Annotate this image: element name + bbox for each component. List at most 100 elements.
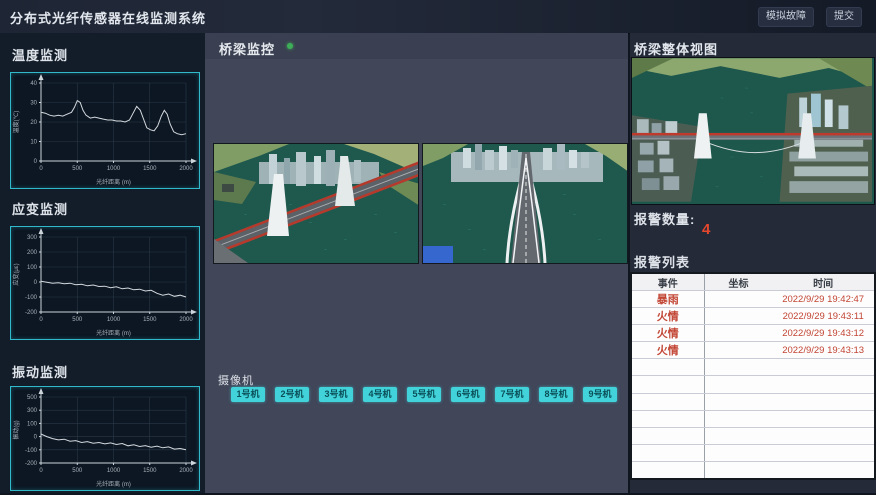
- svg-text:1000: 1000: [107, 166, 121, 172]
- alarm-table-cell: 2022/9/29 19:43:11: [772, 308, 874, 324]
- svg-text:30: 30: [30, 101, 37, 107]
- alarm-table-header-cell: 坐标: [705, 274, 773, 290]
- alarm-table-row: [632, 376, 874, 393]
- camera-button[interactable]: 7号机: [495, 387, 529, 402]
- svg-text:300: 300: [27, 235, 38, 241]
- camera-button[interactable]: 1号机: [231, 387, 265, 402]
- alarm-table-cell: 2022/9/29 19:43:13: [772, 342, 874, 358]
- alarm-list-label: 报警列表: [634, 252, 690, 271]
- alarm-table-cell: [772, 376, 874, 392]
- alarm-table-cell: [632, 445, 705, 461]
- svg-text:-200: -200: [25, 310, 38, 316]
- svg-text:1000: 1000: [107, 468, 121, 474]
- strain-chart: 3002001000-100-2000500100015002000光纤距离 (…: [10, 226, 200, 340]
- alarm-table-cell: [705, 359, 773, 375]
- bridge-monitor-title: 桥梁监控: [219, 39, 275, 58]
- alarm-table-cell: [705, 325, 773, 341]
- submit-button[interactable]: 提交: [826, 7, 862, 27]
- svg-text:10: 10: [30, 140, 37, 146]
- alarm-table-cell: [632, 359, 705, 375]
- alarm-table-cell: [705, 291, 773, 307]
- alarm-table-cell: 暴雨: [632, 291, 705, 307]
- svg-text:0: 0: [34, 435, 38, 441]
- svg-text:500: 500: [72, 317, 83, 323]
- svg-text:温度(℃): 温度(℃): [12, 111, 20, 134]
- app-header: 分布式光纤传感器在线监测系统 模拟故障 提交: [0, 0, 876, 33]
- camera-button[interactable]: 9号机: [583, 387, 617, 402]
- alarm-table: 事件坐标时间暴雨2022/9/29 19:42:47火情2022/9/29 19…: [630, 272, 876, 480]
- alarm-table-cell: 火情: [632, 325, 705, 341]
- alarm-table-cell: 2022/9/29 19:43:12: [772, 325, 874, 341]
- alarm-table-cell: 火情: [632, 342, 705, 358]
- alarm-table-cell: [632, 376, 705, 392]
- svg-text:-200: -200: [25, 461, 38, 467]
- svg-text:0: 0: [34, 280, 38, 286]
- svg-text:2000: 2000: [179, 166, 193, 172]
- sensor-charts-sidebar: 温度监测 4030201000500100015002000光纤距离 (m)温度…: [0, 33, 205, 493]
- alarm-table-row: [632, 428, 874, 445]
- camera-view-1: [213, 143, 419, 264]
- camera-button[interactable]: 3号机: [319, 387, 353, 402]
- camera-button[interactable]: 6号机: [451, 387, 485, 402]
- camera-feeds: [213, 143, 628, 262]
- svg-text:20: 20: [30, 120, 37, 126]
- svg-text:500: 500: [27, 395, 38, 401]
- alarm-count-label: 报警数量:: [634, 209, 695, 228]
- svg-text:光纤距离 (m): 光纤距离 (m): [96, 480, 131, 488]
- camera-button[interactable]: 4号机: [363, 387, 397, 402]
- alarm-table-cell: [772, 411, 874, 427]
- svg-text:300: 300: [27, 408, 38, 414]
- vibration-panel-title: 振动监测: [12, 362, 68, 381]
- svg-text:200: 200: [27, 250, 38, 256]
- alarm-table-cell: [632, 411, 705, 427]
- svg-text:振动(g): 振动(g): [12, 420, 20, 439]
- camera-button[interactable]: 5号机: [407, 387, 441, 402]
- alarm-table-cell: [632, 394, 705, 410]
- camera-section-label: 摄像机: [218, 372, 254, 388]
- app-title: 分布式光纤传感器在线监测系统: [10, 8, 206, 27]
- alarm-table-cell: [772, 445, 874, 461]
- simulate-fault-button[interactable]: 模拟故障: [758, 7, 814, 27]
- temperature-chart: 4030201000500100015002000光纤距离 (m)温度(℃): [10, 72, 200, 189]
- svg-text:1500: 1500: [143, 166, 157, 172]
- alarm-table-cell: [705, 428, 773, 444]
- alarm-table-cell: [705, 342, 773, 358]
- alarm-table-cell: [705, 411, 773, 427]
- bridge-overview-title: 桥梁整体视图: [634, 39, 718, 58]
- svg-text:-100: -100: [25, 295, 38, 301]
- alarm-table-cell: [705, 308, 773, 324]
- alarm-table-cell: [632, 462, 705, 478]
- svg-text:1500: 1500: [143, 468, 157, 474]
- camera-buttons: 1号机 2号机 3号机 4号机 5号机 6号机 7号机 8号机 9号机: [231, 387, 621, 405]
- alarm-table-cell: 2022/9/29 19:42:47: [772, 291, 874, 307]
- alarm-table-row: 火情 2022/9/29 19:43:11: [632, 308, 874, 325]
- camera-view-2-image: [423, 144, 628, 263]
- bridge-monitor-panel: 桥梁监控: [205, 33, 628, 493]
- alarm-table-cell: 火情: [632, 308, 705, 324]
- svg-text:2000: 2000: [179, 468, 193, 474]
- svg-text:100: 100: [27, 265, 38, 271]
- svg-text:0: 0: [39, 468, 43, 474]
- svg-text:1500: 1500: [143, 317, 157, 323]
- svg-text:光纤距离 (m): 光纤距离 (m): [96, 329, 131, 337]
- camera-view-1-image: [214, 144, 419, 263]
- camera-view-2: [422, 143, 628, 264]
- bridge-overview-view: [631, 57, 875, 205]
- alarm-table-header-cell: 事件: [632, 274, 705, 290]
- camera-button[interactable]: 8号机: [539, 387, 573, 402]
- svg-text:0: 0: [34, 159, 38, 165]
- alarm-table-cell: [705, 462, 773, 478]
- alarm-table-row: [632, 445, 874, 462]
- alarm-table-cell: [705, 394, 773, 410]
- overview-alarm-panel: 桥梁整体视图: [630, 33, 876, 493]
- svg-text:2000: 2000: [179, 317, 193, 323]
- alarm-table-cell: [705, 376, 773, 392]
- svg-text:0: 0: [39, 166, 43, 172]
- camera-button[interactable]: 2号机: [275, 387, 309, 402]
- svg-text:40: 40: [30, 81, 37, 87]
- alarm-table-row: 火情 2022/9/29 19:43:12: [632, 325, 874, 342]
- svg-text:100: 100: [27, 421, 38, 427]
- svg-text:应变(με): 应变(με): [12, 263, 20, 285]
- svg-text:500: 500: [72, 468, 83, 474]
- status-indicator-icon: [287, 43, 293, 49]
